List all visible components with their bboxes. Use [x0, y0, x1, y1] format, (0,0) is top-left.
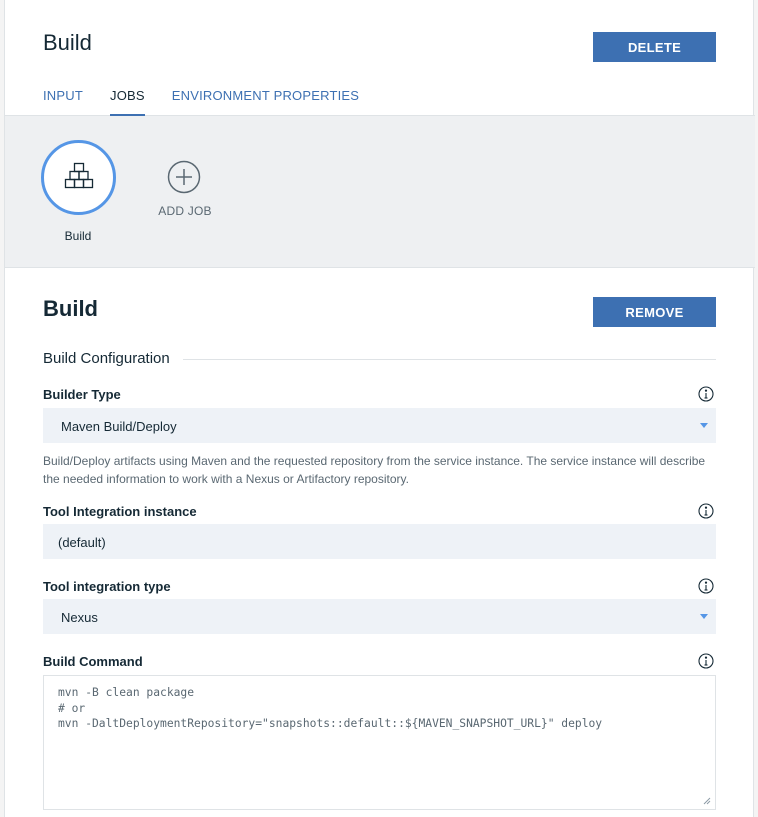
tool-type-select[interactable]: Nexus [43, 599, 716, 634]
builder-type-value: Maven Build/Deploy [61, 419, 177, 434]
page-title: Build [43, 30, 92, 55]
job-build-tile[interactable] [41, 140, 116, 215]
info-icon[interactable] [698, 386, 714, 402]
page-panel: Build DELETE INPUT JOBS ENVIRONMENT PROP… [4, 0, 755, 817]
builder-type-label: Builder Type [43, 387, 121, 402]
build-command-value: mvn -B clean package # or mvn -DaltDeplo… [58, 686, 603, 730]
tab-bar: INPUT JOBS ENVIRONMENT PROPERTIES [43, 86, 386, 116]
build-configuration-heading: Build Configuration [43, 350, 182, 367]
stacked-boxes-icon [64, 162, 93, 188]
dropdown-caret-icon [700, 423, 708, 428]
builder-type-helper-text: Build/Deploy artifacts using Maven and t… [43, 454, 706, 486]
info-icon[interactable] [698, 503, 714, 519]
job-build-label[interactable]: Build [43, 229, 113, 243]
build-command-textarea[interactable]: mvn -B clean package # or mvn -DaltDeplo… [43, 675, 716, 810]
tool-type-label: Tool integration type [43, 579, 171, 594]
tool-instance-field[interactable]: (default) [43, 524, 716, 559]
info-icon[interactable] [698, 578, 714, 594]
section-divider [183, 359, 716, 360]
add-job-button[interactable]: ADD JOB [157, 158, 212, 268]
jobs-area: Build ADD JOB [5, 116, 755, 268]
tab-jobs[interactable]: JOBS [110, 86, 145, 116]
remove-button[interactable]: REMOVE [593, 297, 716, 327]
builder-type-select[interactable]: Maven Build/Deploy [43, 408, 716, 443]
tool-instance-value: (default) [58, 535, 106, 550]
add-job-label: ADD JOB [158, 204, 212, 218]
job-detail-title: Build [43, 296, 98, 321]
info-icon[interactable] [698, 653, 714, 669]
resize-grip-icon[interactable] [703, 797, 711, 805]
delete-button[interactable]: DELETE [593, 32, 716, 62]
tab-input[interactable]: INPUT [43, 86, 83, 116]
tab-environment-properties[interactable]: ENVIRONMENT PROPERTIES [172, 86, 359, 116]
stage-header: Build DELETE INPUT JOBS ENVIRONMENT PROP… [5, 0, 755, 116]
tool-instance-label: Tool Integration instance [43, 504, 197, 519]
plus-circle-icon [167, 160, 201, 194]
build-command-label: Build Command [43, 654, 143, 669]
dropdown-caret-icon [700, 614, 708, 619]
tool-type-value: Nexus [61, 610, 98, 625]
